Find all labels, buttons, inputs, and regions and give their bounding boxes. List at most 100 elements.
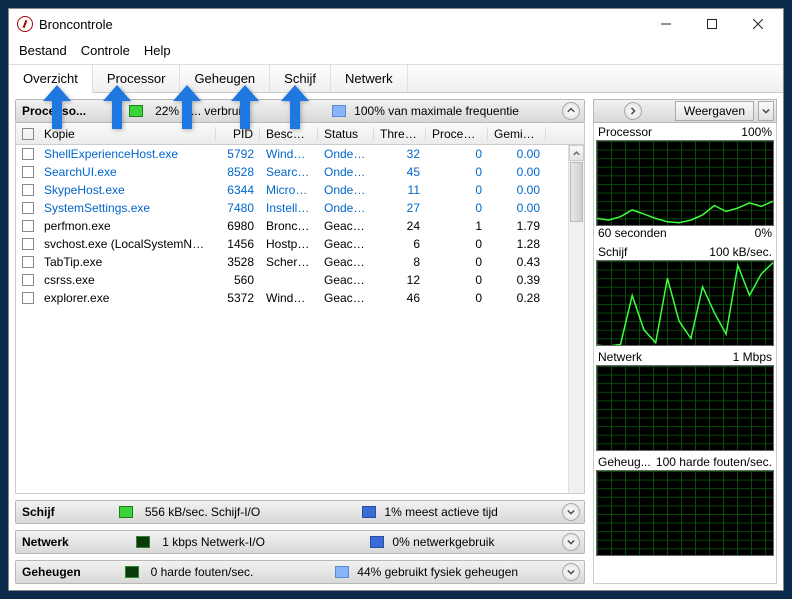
- cell-pid: 8528: [216, 165, 260, 179]
- table-row[interactable]: SystemSettings.exe7480Instellin...Onderb…: [16, 199, 584, 217]
- tabstrip: Overzicht Processor Geheugen Schijf Netw…: [9, 64, 783, 93]
- select-all-checkbox[interactable]: [22, 128, 34, 140]
- maximize-button[interactable]: [689, 9, 735, 39]
- col-pid[interactable]: PID: [216, 127, 260, 141]
- disk-io-swatch: [119, 506, 133, 518]
- cell-pid: 6980: [216, 219, 260, 233]
- table-row[interactable]: ShellExperienceHost.exe5792Window...Onde…: [16, 145, 584, 163]
- table-row[interactable]: SearchUI.exe8528Search ...Onderb...4500.…: [16, 163, 584, 181]
- expand-button[interactable]: [562, 503, 580, 521]
- chart-x-right: 0%: [755, 226, 772, 240]
- cell-avg: 0.00: [488, 165, 546, 179]
- row-checkbox[interactable]: [22, 256, 34, 268]
- table-row[interactable]: csrss.exe560Geactiv...1200.39: [16, 271, 584, 289]
- vertical-scrollbar[interactable]: [568, 145, 584, 493]
- net-usage-stat: 0% netwerkgebruik: [392, 535, 494, 549]
- chart-canvas: [596, 140, 774, 226]
- table-row[interactable]: TabTip.exe3528Scherm...Geactiv...800.43: [16, 253, 584, 271]
- cell-name: TabTip.exe: [38, 255, 216, 269]
- tab-schijf[interactable]: Schijf: [270, 65, 331, 92]
- col-processor[interactable]: Processor: [426, 127, 488, 141]
- row-checkbox[interactable]: [22, 238, 34, 250]
- cell-desc: Scherm...: [260, 255, 318, 269]
- col-gemiddeld[interactable]: Gemidd...: [488, 127, 546, 141]
- titlebar: Broncontrole: [9, 9, 783, 39]
- disk-active-swatch: [362, 506, 376, 518]
- row-checkbox[interactable]: [22, 274, 34, 286]
- window-title: Broncontrole: [39, 17, 113, 32]
- row-checkbox[interactable]: [22, 202, 34, 214]
- views-button[interactable]: Weergaven: [675, 101, 754, 121]
- cell-name: SkypeHost.exe: [38, 183, 216, 197]
- mem-usage-swatch: [335, 566, 349, 578]
- cpu-usage-stat: 22% C... verbrui...: [155, 104, 251, 118]
- processor-header[interactable]: Processo... 22% C... verbrui... 100% van…: [15, 99, 585, 123]
- window-controls: [643, 9, 781, 39]
- chart-title: Netwerk: [598, 350, 642, 364]
- table-row[interactable]: explorer.exe5372Window...Geactiv...4600.…: [16, 289, 584, 307]
- netwerk-header[interactable]: Netwerk 1 kbps Netwerk-I/O 0% netwerkgeb…: [15, 530, 585, 554]
- cell-desc: Window...: [260, 147, 318, 161]
- cell-desc: Bronco...: [260, 219, 318, 233]
- cpu-freq-swatch: [332, 105, 346, 117]
- expand-button[interactable]: [562, 533, 580, 551]
- row-checkbox[interactable]: [22, 184, 34, 196]
- collapse-right-button[interactable]: [624, 102, 642, 120]
- grid-body: ShellExperienceHost.exe5792Window...Onde…: [16, 145, 584, 307]
- tab-netwerk[interactable]: Netwerk: [331, 65, 408, 92]
- chart-title: Geheug...: [598, 455, 651, 469]
- views-dropdown[interactable]: [758, 101, 774, 121]
- col-kopie[interactable]: Kopie: [38, 127, 216, 141]
- tab-geheugen[interactable]: Geheugen: [180, 65, 270, 92]
- chart-scale: 100 harde fouten/sec.: [656, 455, 772, 469]
- cell-processor: 0: [426, 147, 488, 161]
- cell-avg: 0.28: [488, 291, 546, 305]
- cell-processor: 0: [426, 183, 488, 197]
- chart-scale: 100 kB/sec.: [709, 245, 772, 259]
- table-row[interactable]: svchost.exe (LocalSystemNetwo...1456Host…: [16, 235, 584, 253]
- cell-pid: 6344: [216, 183, 260, 197]
- scroll-up-button[interactable]: [569, 145, 584, 161]
- cell-desc: Microso...: [260, 183, 318, 197]
- scroll-thumb[interactable]: [570, 162, 583, 222]
- tab-processor[interactable]: Processor: [93, 65, 181, 92]
- cell-threads: 6: [374, 237, 426, 251]
- row-checkbox[interactable]: [22, 148, 34, 160]
- chart-scale: 1 Mbps: [733, 350, 772, 364]
- cell-status: Onderb...: [318, 183, 374, 197]
- cell-threads: 46: [374, 291, 426, 305]
- menu-help[interactable]: Help: [144, 43, 171, 58]
- cell-threads: 12: [374, 273, 426, 287]
- col-beschrijving[interactable]: Beschrijv...: [260, 127, 318, 141]
- cell-pid: 5372: [216, 291, 260, 305]
- cell-pid: 1456: [216, 237, 260, 251]
- cell-status: Geactiv...: [318, 255, 374, 269]
- cell-avg: 0.00: [488, 201, 546, 215]
- tab-overzicht[interactable]: Overzicht: [9, 65, 93, 93]
- row-checkbox[interactable]: [22, 220, 34, 232]
- col-threads[interactable]: Threads: [374, 127, 426, 141]
- col-status[interactable]: Status: [318, 127, 374, 141]
- cell-status: Geactiv...: [318, 237, 374, 251]
- chart-title: Processor: [598, 125, 652, 139]
- cell-name: explorer.exe: [38, 291, 216, 305]
- collapse-button[interactable]: [562, 102, 580, 120]
- cell-threads: 45: [374, 165, 426, 179]
- cell-processor: 0: [426, 201, 488, 215]
- table-row[interactable]: SkypeHost.exe6344Microso...Onderb...1100…: [16, 181, 584, 199]
- menu-bestand[interactable]: Bestand: [19, 43, 67, 58]
- row-checkbox[interactable]: [22, 292, 34, 304]
- expand-button[interactable]: [562, 563, 580, 581]
- grid-header: Kopie PID Beschrijv... Status Threads Pr…: [16, 123, 584, 145]
- table-row[interactable]: perfmon.exe6980Bronco...Geactiv...2411.7…: [16, 217, 584, 235]
- minimize-button[interactable]: [643, 9, 689, 39]
- geheugen-header[interactable]: Geheugen 0 harde fouten/sec. 44% gebruik…: [15, 560, 585, 584]
- menu-controle[interactable]: Controle: [81, 43, 130, 58]
- close-button[interactable]: [735, 9, 781, 39]
- disk-active-stat: 1% meest actieve tijd: [384, 505, 497, 519]
- row-checkbox[interactable]: [22, 166, 34, 178]
- mem-usage-stat: 44% gebruikt fysiek geheugen: [357, 565, 518, 579]
- panel-title: Netwerk: [22, 535, 69, 549]
- cell-processor: 0: [426, 255, 488, 269]
- schijf-header[interactable]: Schijf 556 kB/sec. Schijf-I/O 1% meest a…: [15, 500, 585, 524]
